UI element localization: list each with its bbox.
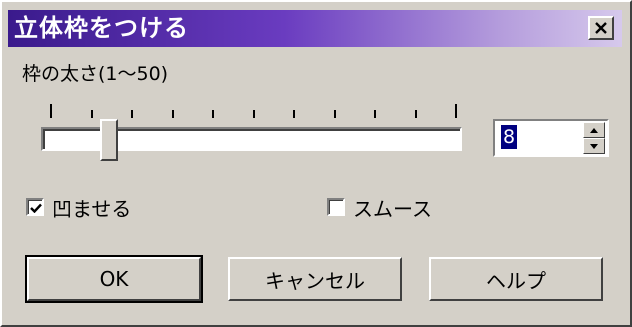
spin-up-button[interactable] <box>583 122 605 138</box>
arrow-up-icon <box>590 127 598 133</box>
spin-down-button[interactable] <box>583 138 605 154</box>
border-width-value[interactable]: 8 <box>501 125 518 149</box>
emboss-checkbox[interactable] <box>26 198 44 216</box>
smooth-option[interactable]: スムース <box>327 194 432 221</box>
title-bar[interactable]: 立体枠をつける <box>8 10 622 47</box>
ok-button[interactable]: OK <box>25 255 203 303</box>
smooth-label: スムース <box>353 196 432 221</box>
spin-buttons <box>583 122 605 154</box>
close-button[interactable] <box>588 16 614 40</box>
cancel-button[interactable]: キャンセル <box>228 257 402 301</box>
emboss-option[interactable]: 凹ませる <box>26 194 132 221</box>
emboss-label: 凹ませる <box>52 196 132 221</box>
dialog-title: 立体枠をつける <box>14 14 189 42</box>
close-icon <box>595 22 607 34</box>
arrow-down-icon <box>590 143 598 149</box>
border-width-slider-thumb[interactable] <box>100 119 118 161</box>
border-width-label: 枠の太さ(1～50) <box>22 63 169 85</box>
border-width-spinbox[interactable]: 8 <box>493 119 609 157</box>
smooth-checkbox[interactable] <box>327 198 345 216</box>
help-button[interactable]: ヘルプ <box>429 257 603 301</box>
checkmark-icon <box>29 203 42 213</box>
